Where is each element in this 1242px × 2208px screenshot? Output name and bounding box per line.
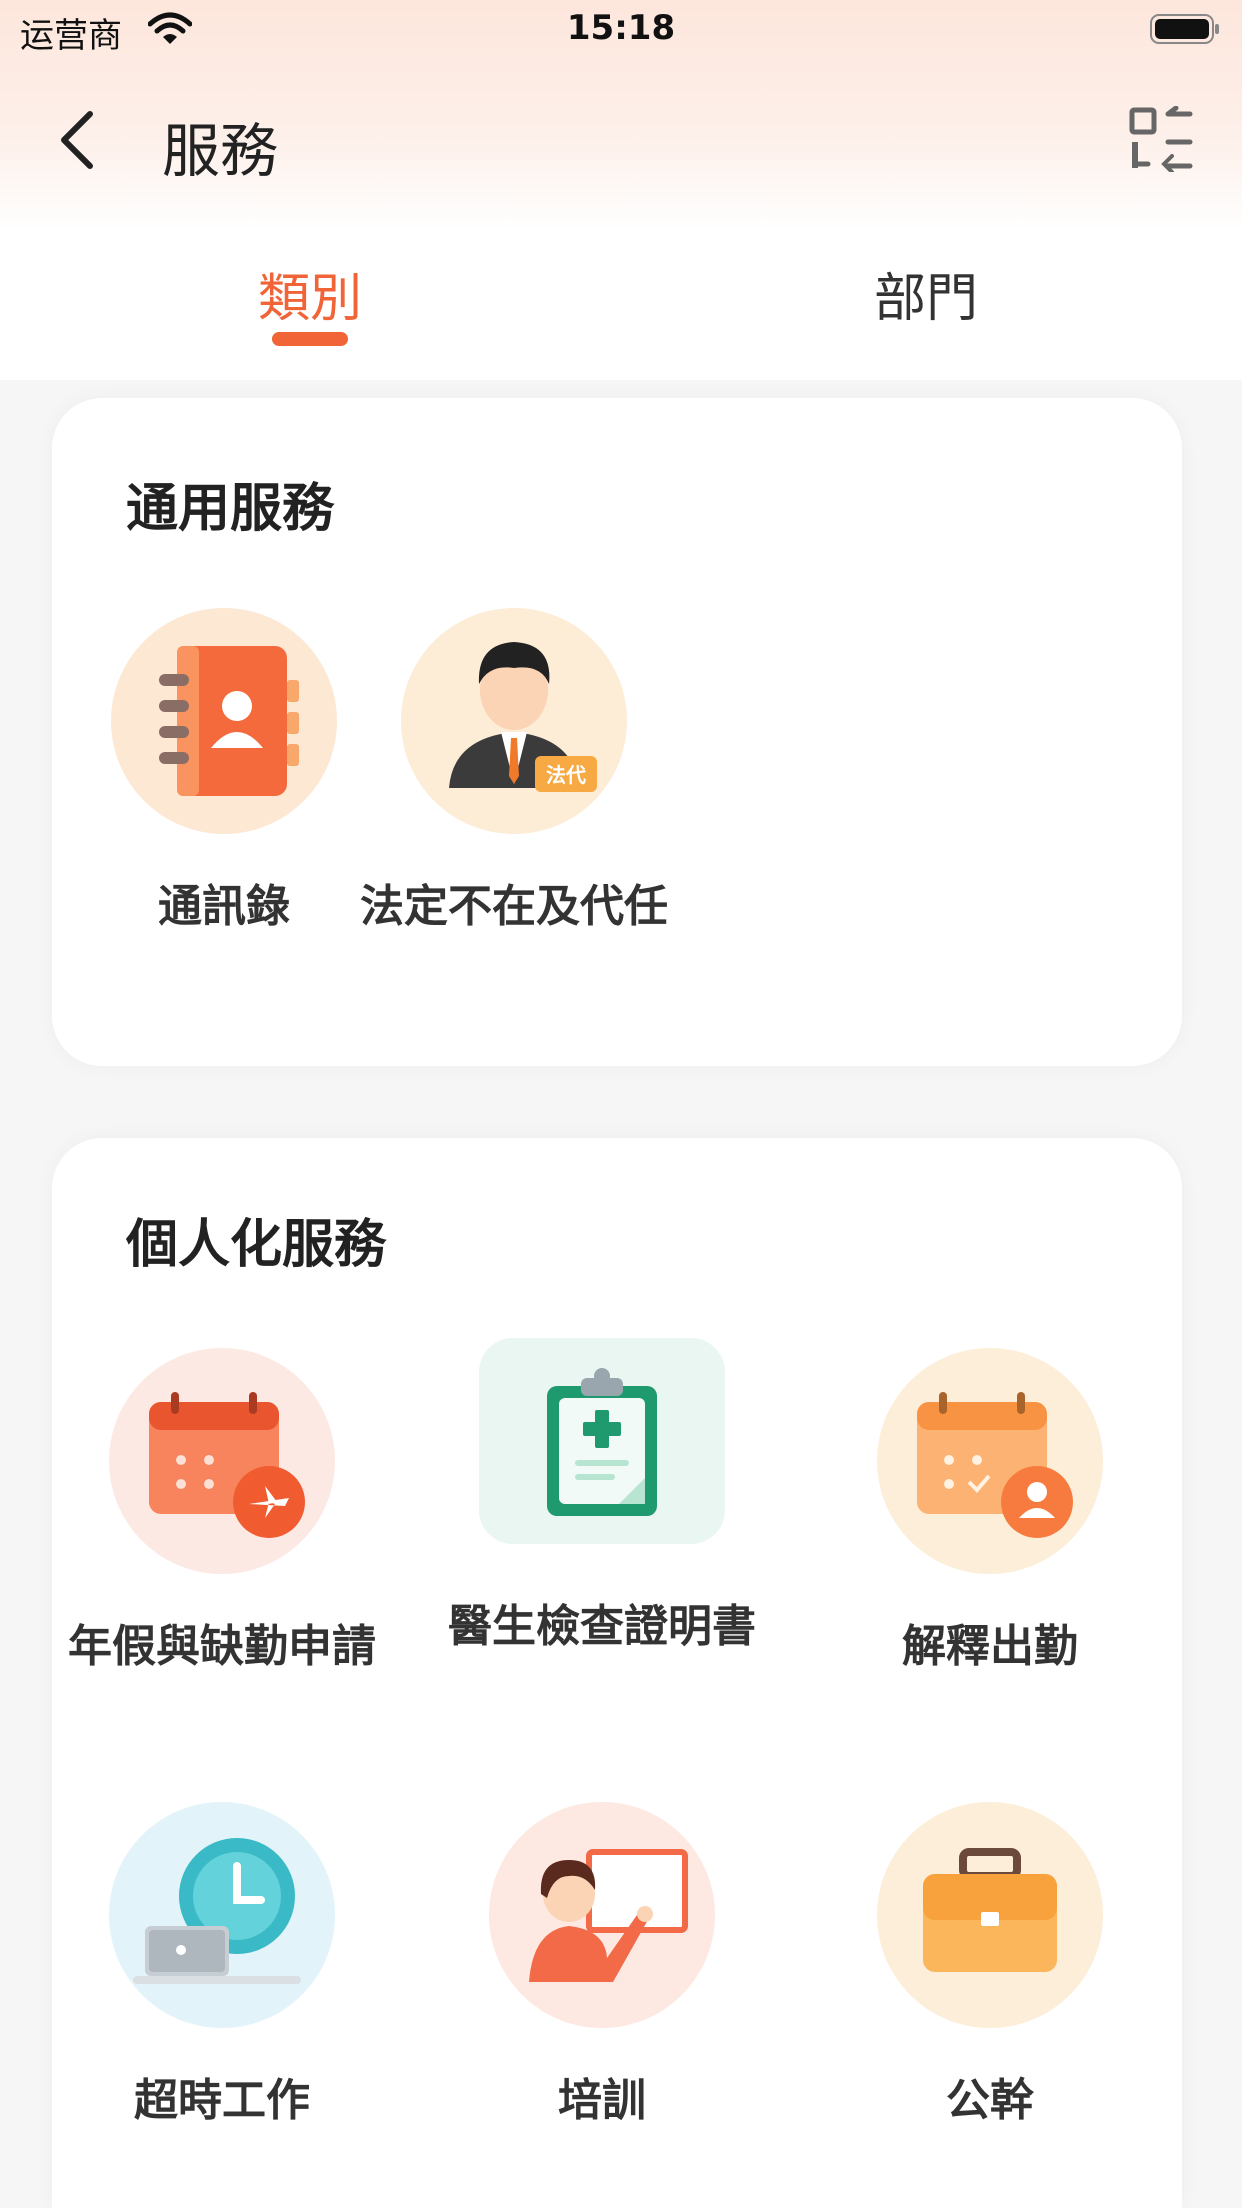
service-item-medical-certificate[interactable]: 醫生檢查證明書 <box>422 1338 782 1656</box>
battery-icon <box>1150 14 1219 44</box>
service-label: 醫生檢查證明書 <box>448 1601 756 1652</box>
service-item-explain-attendance[interactable]: 解釋出勤 <box>810 1348 1170 1676</box>
service-item-acting-officer[interactable]: 法代 法定不在及代任 <box>334 608 694 936</box>
navigation-bar: 服務 <box>0 80 1242 200</box>
tab-category[interactable]: 類別 <box>160 256 460 331</box>
service-label: 解釋出勤 <box>902 1621 1078 1672</box>
attendance-calendar-icon <box>877 1348 1103 1574</box>
tab-department[interactable]: 部門 <box>776 256 1076 331</box>
training-teacher-icon <box>489 1802 715 2028</box>
service-item-business-trip[interactable]: 公幹 <box>810 1802 1170 2130</box>
medical-clipboard-icon <box>479 1338 725 1544</box>
service-label: 法定不在及代任 <box>360 881 668 932</box>
address-book-icon <box>111 608 337 834</box>
active-tab-indicator <box>272 332 348 346</box>
badge-text: 法代 <box>546 763 586 787</box>
page-title: 服務 <box>162 117 279 185</box>
back-button[interactable] <box>52 108 102 172</box>
section-title: 個人化服務 <box>126 1215 387 1275</box>
service-label: 超時工作 <box>134 2075 310 2126</box>
service-item-leave-application[interactable]: 年假與缺勤申請 <box>42 1348 402 1676</box>
service-item-training[interactable]: 培訓 <box>422 1802 782 2130</box>
overtime-clock-laptop-icon <box>109 1802 335 2028</box>
status-time: 15:18 <box>566 8 676 48</box>
leave-calendar-plane-icon <box>109 1348 335 1574</box>
general-services-card: 通用服務 通訊錄 法代 法定不在及代任 <box>52 398 1182 1066</box>
status-bar: 运营商 15:18 <box>0 0 1242 64</box>
service-item-overtime[interactable]: 超時工作 <box>42 1802 402 2130</box>
acting-officer-icon: 法代 <box>401 608 627 834</box>
personal-services-card: 個人化服務 年假與缺勤申請 醫生檢查證明書 解釋出勤 超時工作 培訓 公幹 <box>52 1138 1182 2208</box>
service-label: 公幹 <box>946 2075 1034 2126</box>
service-label: 年假與缺勤申請 <box>68 1621 376 1672</box>
service-label: 培訓 <box>558 2075 646 2126</box>
section-title: 通用服務 <box>126 479 335 539</box>
switch-view-icon[interactable] <box>1128 106 1194 172</box>
category-tabs: 類別 部門 <box>0 240 1242 380</box>
briefcase-icon <box>877 1802 1103 2028</box>
